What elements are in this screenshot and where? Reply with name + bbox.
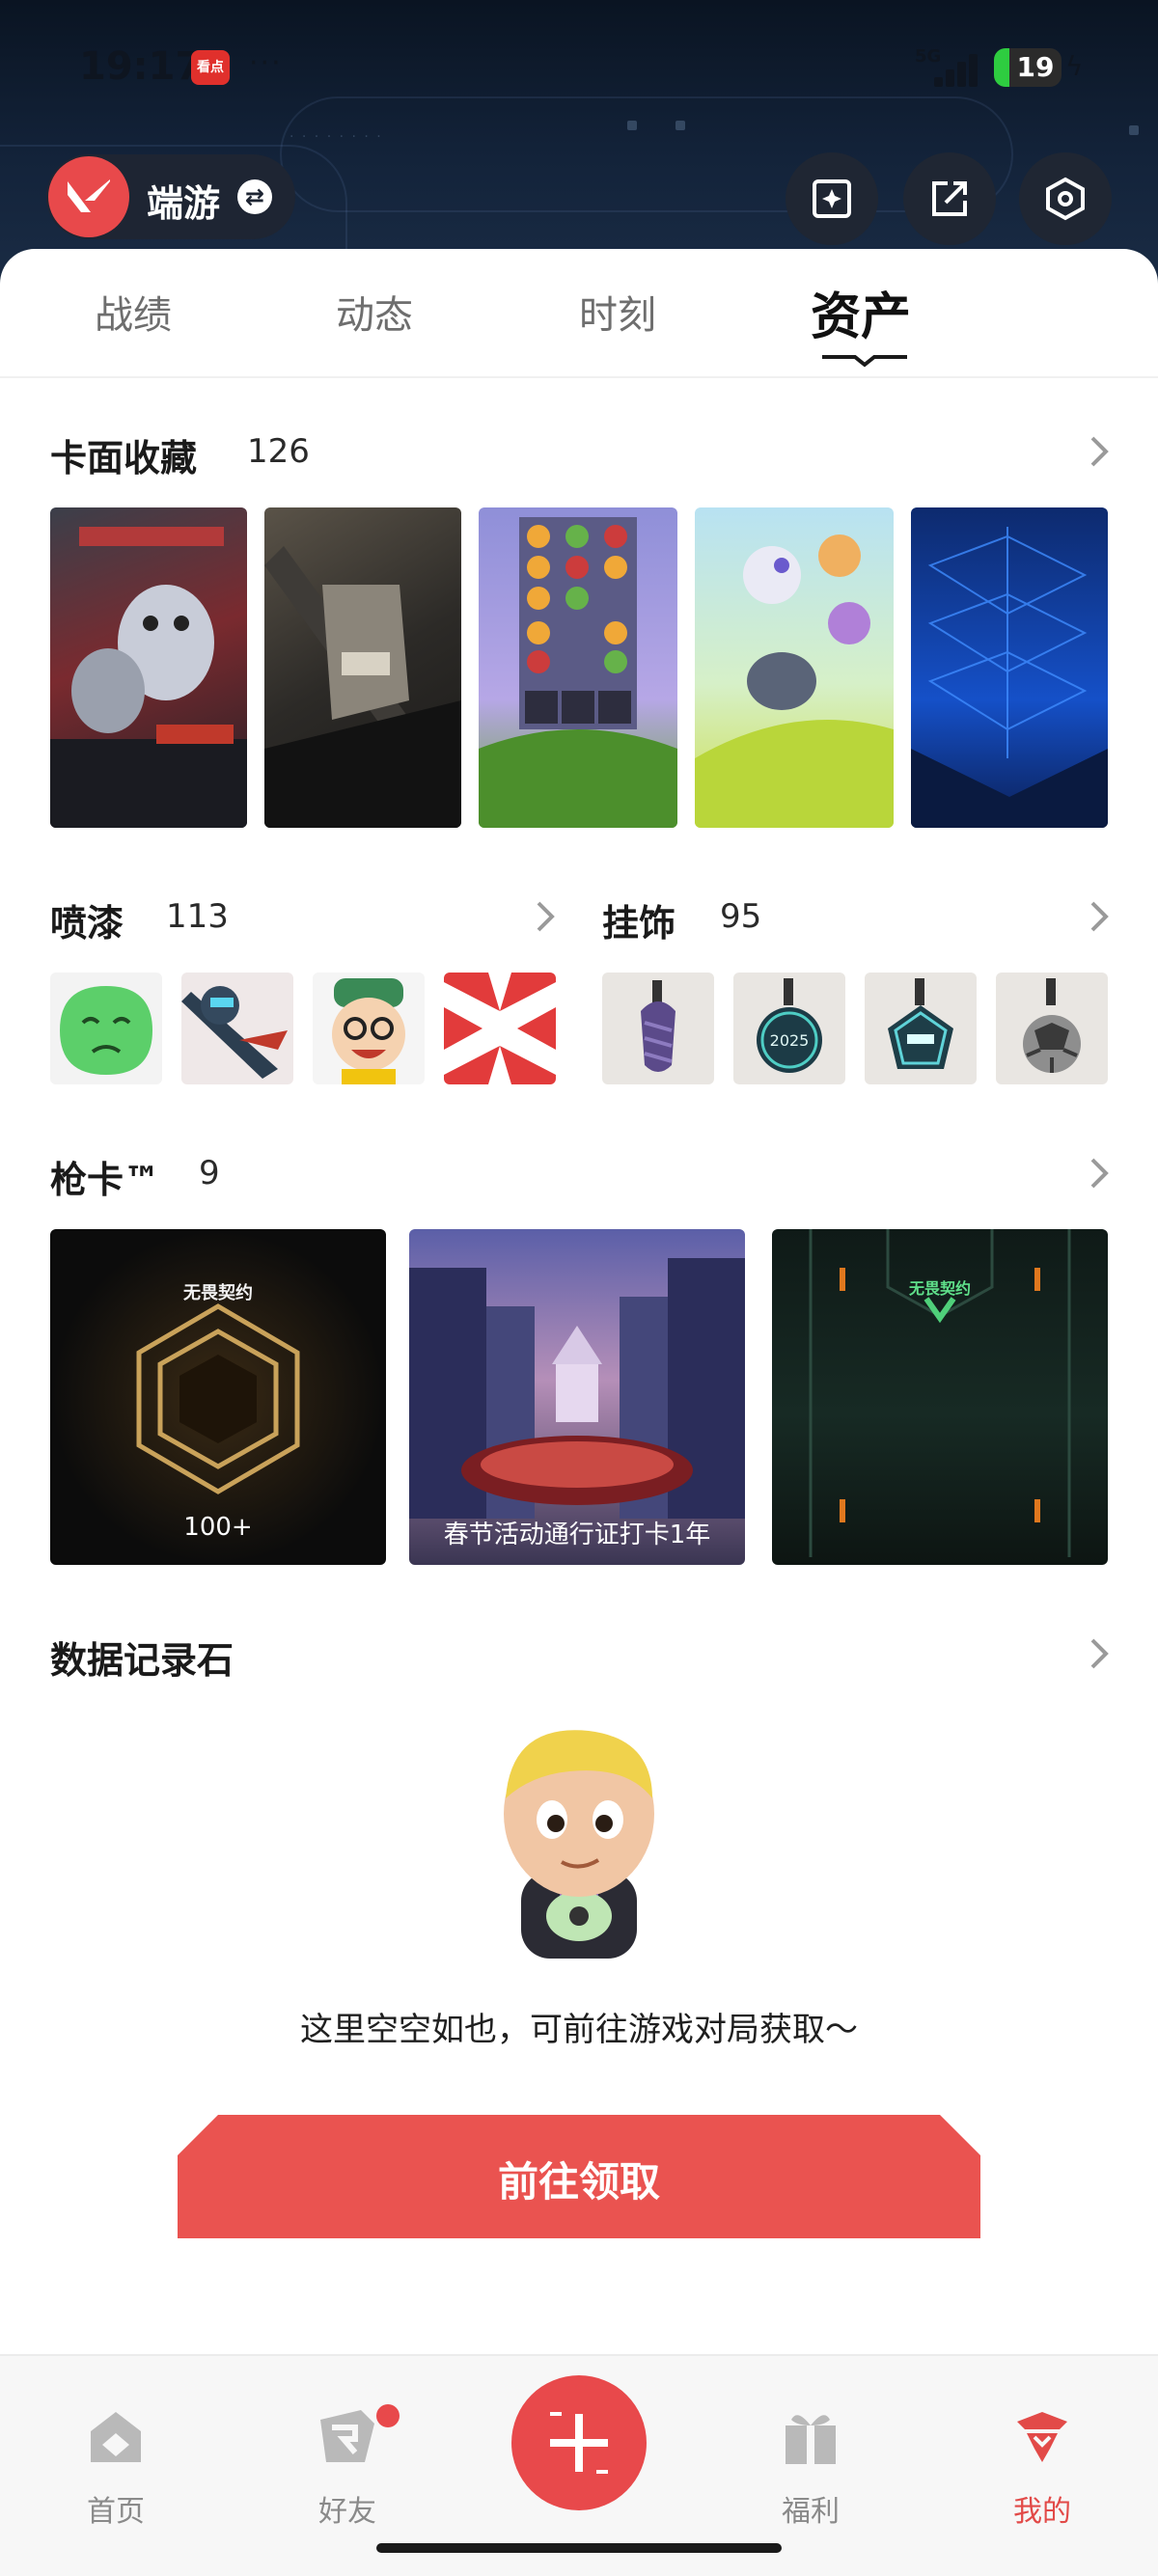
data-stone-section-title: 数据记录石: [50, 1639, 234, 1682]
empty-state-mascot-illustration: [504, 1730, 654, 1959]
gun-card-logo-text: 无畏契约: [908, 1279, 971, 1298]
friends-icon: [320, 2410, 374, 2462]
spray-thumbnail[interactable]: [181, 973, 293, 1084]
card-thumbnail[interactable]: [695, 507, 894, 828]
gun-cards-section-title: 枪卡™: [50, 1159, 161, 1201]
gun-card-caption: 春节活动通行证打卡1年: [443, 1521, 711, 1549]
gun-card-thumbnail[interactable]: 无畏契约: [772, 1229, 1108, 1565]
settings-hexagon-icon: [1046, 177, 1085, 221]
gun-card-caption: 100+: [183, 1513, 253, 1542]
home-icon: [91, 2412, 141, 2462]
tab-record[interactable]: 战绩: [95, 284, 172, 340]
battery-level: 19: [1016, 51, 1055, 83]
card-thumbnail[interactable]: [479, 507, 677, 828]
nav-benefits-label: 福利: [782, 2495, 840, 2529]
friends-notification-dot: [376, 2404, 400, 2427]
charms-more-chevron-icon[interactable]: [1085, 897, 1114, 936]
spray-thumbnail[interactable]: [444, 973, 556, 1084]
valorant-logo-icon: [48, 156, 129, 237]
card-thumbnail[interactable]: [911, 507, 1108, 828]
gift-icon: [786, 2415, 836, 2464]
share-icon: [932, 181, 967, 216]
cards-section-title: 卡面收藏: [50, 437, 198, 480]
gun-cards-more-chevron-icon[interactable]: [1085, 1154, 1114, 1192]
charms-count: 95: [720, 897, 762, 936]
swap-icon[interactable]: ⇄: [237, 179, 272, 214]
gun-card-thumbnail[interactable]: 春节活动通行证打卡1年: [409, 1229, 745, 1565]
edit-card-icon: [813, 179, 851, 218]
card-thumbnail[interactable]: [50, 507, 247, 828]
status-bar: 19:17 看点 ··· 5G 19 ϟ: [0, 0, 1158, 135]
status-more-icon: ···: [249, 46, 283, 80]
edit-card-button[interactable]: [786, 152, 878, 245]
share-button[interactable]: [903, 152, 996, 245]
charm-thumbnail[interactable]: [996, 973, 1108, 1084]
settings-button[interactable]: [1019, 152, 1112, 245]
charging-icon: ϟ: [1065, 50, 1084, 82]
claim-button[interactable]: 前往领取: [178, 2115, 980, 2238]
status-time: 19:17: [79, 44, 203, 89]
create-post-button[interactable]: [511, 2375, 647, 2510]
tab-bar: 战绩 动态 时刻 资产: [0, 249, 1158, 378]
sprays-count: 113: [166, 897, 229, 936]
nav-profile-label: 我的: [1013, 2495, 1071, 2529]
nav-home-label: 首页: [87, 2495, 145, 2529]
tab-indicator-icon: [822, 355, 907, 368]
cards-count: 126: [247, 432, 310, 471]
svg-text:2025: 2025: [770, 1031, 810, 1050]
account-name: 端游: [147, 182, 221, 225]
empty-state-text: 这里空空如也，可前往游戏对局获取～: [300, 2011, 858, 2049]
spray-thumbnail[interactable]: [313, 973, 425, 1084]
charm-thumbnail[interactable]: 2025: [733, 973, 845, 1084]
battery-icon: 19: [994, 48, 1062, 87]
claim-button-label: 前往领取: [497, 2158, 660, 2206]
charms-section-title: 挂饰: [602, 902, 676, 945]
home-indicator: [376, 2543, 782, 2553]
profile-icon: [1017, 2412, 1067, 2462]
plus-icon: [550, 2412, 608, 2474]
charm-thumbnail[interactable]: [865, 973, 977, 1084]
card-thumbnail[interactable]: [264, 507, 461, 828]
data-stone-more-chevron-icon[interactable]: [1085, 1634, 1114, 1673]
spray-thumbnail[interactable]: [50, 973, 162, 1084]
gun-card-thumbnail[interactable]: 无畏契约 100+: [50, 1229, 386, 1565]
account-switcher[interactable]: 端游 ⇄: [46, 154, 295, 239]
sprays-section-title: 喷漆: [50, 902, 124, 945]
gun-cards-count: 9: [199, 1154, 220, 1192]
sprays-more-chevron-icon[interactable]: [531, 897, 560, 936]
signal-icon: [919, 48, 978, 87]
tab-feed[interactable]: 动态: [336, 284, 413, 340]
tab-assets[interactable]: 资产: [811, 276, 911, 348]
news-app-icon: 看点: [191, 50, 230, 85]
charm-thumbnail[interactable]: [602, 973, 714, 1084]
gun-card-logo-text: 无畏契约: [183, 1283, 253, 1303]
nav-friends-label: 好友: [318, 2495, 376, 2529]
cards-more-chevron-icon[interactable]: [1085, 432, 1114, 471]
tab-moments[interactable]: 时刻: [579, 284, 656, 340]
